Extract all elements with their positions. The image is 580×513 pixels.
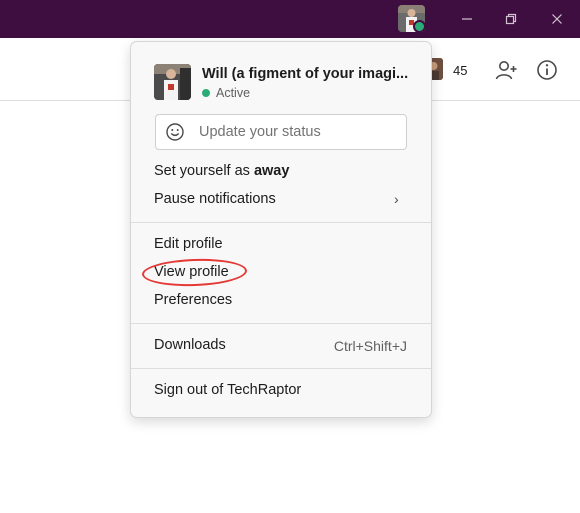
online-status-dot — [413, 20, 425, 32]
status-input[interactable]: Update your status — [155, 114, 407, 150]
sign-out-item[interactable]: Sign out of TechRaptor — [154, 382, 301, 398]
set-away-bold: away — [253, 163, 290, 179]
edit-profile-item[interactable]: Edit profile — [154, 236, 223, 252]
downloads-label: Downloads — [154, 337, 226, 353]
minimize-button[interactable] — [456, 8, 478, 30]
info-icon — [537, 60, 557, 80]
close-button[interactable] — [546, 8, 568, 30]
user-menu: Will (a figment of your imagi... Active … — [130, 41, 432, 418]
downloads-item[interactable]: Downloads — [154, 337, 226, 353]
active-dot — [202, 89, 210, 97]
presence-status: Active — [202, 86, 250, 100]
set-away-item[interactable]: Set yourself as away — [154, 163, 289, 179]
chevron-right-icon: › — [394, 191, 399, 207]
set-away-prefix: Set yourself as — [154, 163, 254, 179]
edit-profile-label: Edit profile — [154, 236, 223, 252]
profile-avatar-image — [154, 64, 191, 100]
preferences-item[interactable]: Preferences — [154, 292, 232, 308]
profile-avatar — [154, 64, 191, 100]
title-bar — [0, 0, 580, 38]
downloads-shortcut: Ctrl+Shift+J — [333, 338, 407, 354]
menu-divider — [131, 323, 431, 324]
profile-name: Will (a figment of your imagi... — [202, 66, 409, 82]
pause-notifications-label: Pause notifications — [154, 191, 276, 207]
menu-divider — [131, 368, 431, 369]
pause-notifications-item[interactable]: Pause notifications — [154, 191, 276, 207]
menu-divider — [131, 222, 431, 223]
add-member-button[interactable] — [494, 58, 518, 82]
preferences-label: Preferences — [154, 292, 233, 308]
add-member-icon — [495, 61, 517, 80]
user-avatar-button[interactable] — [398, 5, 425, 32]
restore-icon — [505, 13, 517, 25]
member-count[interactable]: 45 — [453, 63, 467, 78]
presence-label: Active — [216, 86, 251, 100]
smiley-icon — [166, 123, 184, 141]
minimize-icon — [462, 18, 472, 20]
close-icon — [552, 14, 562, 24]
sign-out-label: Sign out of TechRaptor — [154, 382, 302, 398]
restore-button[interactable] — [500, 8, 522, 30]
channel-details-button[interactable] — [535, 58, 559, 82]
status-placeholder: Update your status — [199, 124, 321, 140]
annotation-circle — [141, 257, 248, 288]
